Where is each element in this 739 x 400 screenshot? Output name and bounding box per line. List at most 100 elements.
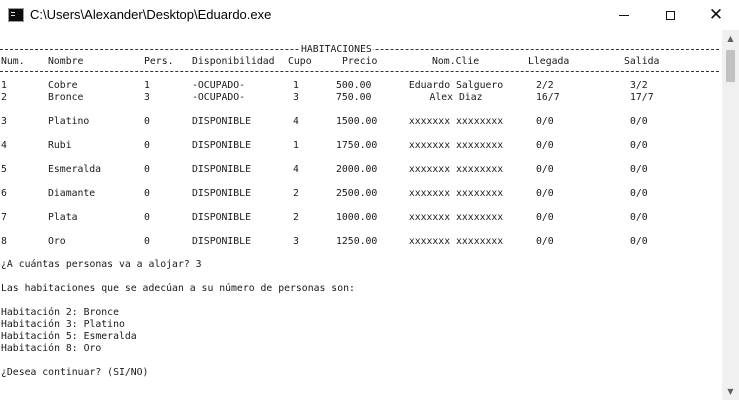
cell-num: 8 xyxy=(1,236,7,247)
cell-nombre: Cobre xyxy=(48,80,78,91)
minimize-button[interactable] xyxy=(601,0,647,30)
prompt-question: ¿A cuántas personas va a alojar? 3 xyxy=(1,259,202,270)
cell-nombre: Platino xyxy=(48,116,90,127)
cell-cupo: 3 xyxy=(293,236,299,247)
cell-cupo: 4 xyxy=(293,164,299,175)
header-llegada: Llegada xyxy=(528,56,570,67)
match-line: Habitación 5: Esmeralda xyxy=(1,331,137,342)
cell-num: 3 xyxy=(1,116,7,127)
cell-precio: 1500.00 xyxy=(336,116,378,127)
cell-llegada: 2/2 xyxy=(536,80,554,91)
cell-cupo: 4 xyxy=(293,116,299,127)
cell-salida: 0/0 xyxy=(630,236,648,247)
cell-llegada: 16/7 xyxy=(536,92,560,103)
header-pers: Pers. xyxy=(144,56,174,67)
maximize-icon xyxy=(665,10,675,20)
header-num: Num. xyxy=(1,56,25,67)
continue-prompt: ¿Desea continuar? (SI/NO) xyxy=(1,367,149,378)
header-nombre: Nombre xyxy=(48,56,84,67)
cell-nom-clie: xxxxxxx xxxxxxxx xyxy=(408,116,504,127)
vertical-scrollbar[interactable]: ▲ ▼ xyxy=(722,30,739,400)
cell-pers: 3 xyxy=(144,92,150,103)
minimize-icon xyxy=(619,14,629,16)
cell-salida: 3/2 xyxy=(630,80,648,91)
match-line: Habitación 2: Bronce xyxy=(1,307,119,318)
header-precio: Precio xyxy=(342,56,378,67)
cell-nombre: Esmeralda xyxy=(48,164,102,175)
cell-nom-clie: Alex Diaz xyxy=(429,92,483,103)
cell-pers: 0 xyxy=(144,236,150,247)
cell-precio: 500.00 xyxy=(336,80,372,91)
cell-nom-clie: xxxxxxx xxxxxxxx xyxy=(408,236,504,247)
cell-pers: 1 xyxy=(144,80,150,91)
cell-nom-clie: xxxxxxx xxxxxxxx xyxy=(408,164,504,175)
cell-cupo: 3 xyxy=(293,92,299,103)
cell-precio: 1000.00 xyxy=(336,212,378,223)
scroll-thumb[interactable] xyxy=(726,50,735,82)
scroll-down-arrow-icon[interactable]: ▼ xyxy=(722,383,739,400)
header-nom-clie: Nom.Clie xyxy=(432,56,480,67)
cell-nombre: Rubi xyxy=(48,140,72,151)
cell-llegada: 0/0 xyxy=(536,164,554,175)
console-output[interactable]: HABITACIONES Num. Nombre Pers. Disponibi… xyxy=(0,30,722,400)
table-header-border xyxy=(0,71,719,72)
cell-llegada: 0/0 xyxy=(536,140,554,151)
cell-num: 1 xyxy=(1,80,7,91)
cell-precio: 2000.00 xyxy=(336,164,378,175)
cell-cupo: 1 xyxy=(293,80,299,91)
table-title: HABITACIONES xyxy=(300,44,373,55)
cell-pers: 0 xyxy=(144,188,150,199)
header-cupo: Cupo xyxy=(288,56,312,67)
cell-nombre: Oro xyxy=(48,236,66,247)
cell-nombre: Bronce xyxy=(48,92,84,103)
cell-num: 7 xyxy=(1,212,7,223)
cell-disponibilidad: DISPONIBLE xyxy=(192,236,251,247)
cell-salida: 17/7 xyxy=(630,92,654,103)
cell-nom-clie: xxxxxxx xxxxxxxx xyxy=(408,140,504,151)
cell-llegada: 0/0 xyxy=(536,116,554,127)
header-disponibilidad: Disponibilidad xyxy=(192,56,275,67)
cell-salida: 0/0 xyxy=(630,116,648,127)
cell-pers: 0 xyxy=(144,164,150,175)
cell-salida: 0/0 xyxy=(630,140,648,151)
match-line: Habitación 8: Oro xyxy=(1,343,102,354)
title-bar[interactable]: C:\Users\Alexander\Desktop\Eduardo.exe ✕ xyxy=(0,0,739,31)
cell-num: 5 xyxy=(1,164,7,175)
cell-precio: 2500.00 xyxy=(336,188,378,199)
window-title: C:\Users\Alexander\Desktop\Eduardo.exe xyxy=(30,7,272,22)
cell-nombre: Diamante xyxy=(48,188,96,199)
cell-llegada: 0/0 xyxy=(536,212,554,223)
match-line: Habitación 3: Platino xyxy=(1,319,125,330)
maximize-button[interactable] xyxy=(647,0,693,30)
cell-llegada: 0/0 xyxy=(536,188,554,199)
cell-pers: 0 xyxy=(144,116,150,127)
cell-precio: 750.00 xyxy=(336,92,372,103)
cell-disponibilidad: DISPONIBLE xyxy=(192,164,251,175)
cell-nom-clie: Eduardo Salguero xyxy=(408,80,504,91)
cell-disponibilidad: DISPONIBLE xyxy=(192,188,251,199)
cell-pers: 0 xyxy=(144,212,150,223)
cell-disponibilidad: -OCUPADO- xyxy=(192,80,246,91)
cell-num: 2 xyxy=(1,92,7,103)
cell-disponibilidad: DISPONIBLE xyxy=(192,212,251,223)
cell-nom-clie: xxxxxxx xxxxxxxx xyxy=(408,212,504,223)
scroll-up-arrow-icon[interactable]: ▲ xyxy=(722,30,739,47)
console-app-icon xyxy=(8,8,24,22)
cell-salida: 0/0 xyxy=(630,188,648,199)
cell-disponibilidad: -OCUPADO- xyxy=(192,92,246,103)
result-intro: Las habitaciones que se adecúan a su núm… xyxy=(1,283,355,294)
header-salida: Salida xyxy=(624,56,660,67)
close-icon: ✕ xyxy=(708,4,724,25)
cell-num: 4 xyxy=(1,140,7,151)
cell-cupo: 2 xyxy=(293,188,299,199)
cell-disponibilidad: DISPONIBLE xyxy=(192,140,251,151)
cell-pers: 0 xyxy=(144,140,150,151)
close-button[interactable]: ✕ xyxy=(693,0,739,30)
cell-disponibilidad: DISPONIBLE xyxy=(192,116,251,127)
cell-nom-clie: xxxxxxx xxxxxxxx xyxy=(408,188,504,199)
cell-precio: 1250.00 xyxy=(336,236,378,247)
cell-nombre: Plata xyxy=(48,212,78,223)
cell-salida: 0/0 xyxy=(630,212,648,223)
cell-cupo: 1 xyxy=(293,140,299,151)
cell-salida: 0/0 xyxy=(630,164,648,175)
